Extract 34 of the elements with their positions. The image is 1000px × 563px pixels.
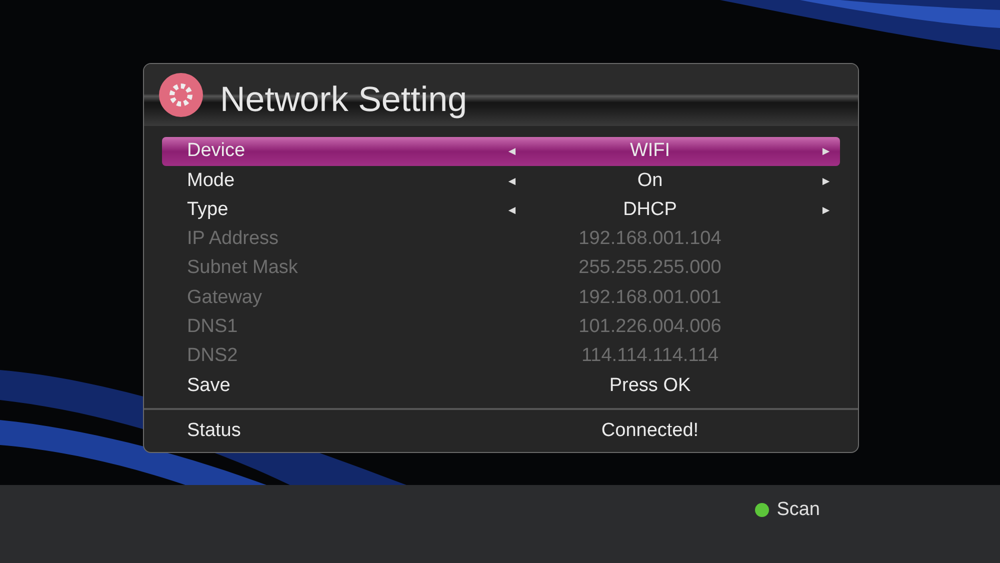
button-label: Scan bbox=[776, 499, 820, 521]
setting-label: Mode bbox=[186, 170, 235, 192]
setting-label: DNS1 bbox=[186, 316, 238, 338]
setting-value: 192.168.001.001 bbox=[578, 286, 722, 309]
setting-value: 192.168.001.104 bbox=[578, 228, 722, 250]
left-arrow-icon[interactable]: ◄ bbox=[506, 174, 518, 188]
setting-value: On bbox=[637, 170, 663, 192]
setting-value: 114.114.114.114 bbox=[582, 345, 718, 368]
status-value: Connected! bbox=[601, 420, 699, 442]
left-arrow-icon[interactable]: ◄ bbox=[506, 144, 518, 158]
setting-row[interactable]: Mode ◄ On ► bbox=[162, 166, 840, 196]
setting-label: Subnet Mask bbox=[186, 257, 298, 280]
right-arrow-icon[interactable]: ► bbox=[820, 202, 840, 217]
setting-value: DHCP bbox=[623, 198, 677, 221]
setting-label: Gateway bbox=[186, 286, 262, 309]
setting-value: 255.255.255.000 bbox=[578, 257, 722, 280]
setting-label: IP Address bbox=[186, 228, 279, 250]
setting-row[interactable]: Device ◄ WIFI ► bbox=[162, 136, 840, 166]
setting-label: Save bbox=[186, 374, 230, 397]
setting-label: DNS2 bbox=[186, 345, 238, 368]
setting-value: 101.226.004.006 bbox=[578, 316, 722, 338]
status-label: Status bbox=[186, 420, 241, 442]
setting-row[interactable]: Type ◄ DHCP ► bbox=[162, 195, 840, 224]
setting-value: Press OK bbox=[609, 374, 691, 397]
setting-label: Device bbox=[186, 140, 246, 162]
left-arrow-icon[interactable]: ◄ bbox=[506, 202, 518, 217]
right-arrow-icon[interactable]: ► bbox=[820, 144, 840, 158]
setting-row[interactable]: Save Press OK bbox=[162, 370, 840, 400]
right-arrow-icon[interactable]: ► bbox=[820, 174, 840, 188]
dialog-title: Network Setting bbox=[220, 80, 468, 120]
setting-label: Type bbox=[186, 198, 228, 221]
setting-value: WIFI bbox=[630, 140, 670, 162]
gear-icon bbox=[158, 72, 204, 118]
scan-button[interactable]: Scan bbox=[754, 499, 820, 521]
